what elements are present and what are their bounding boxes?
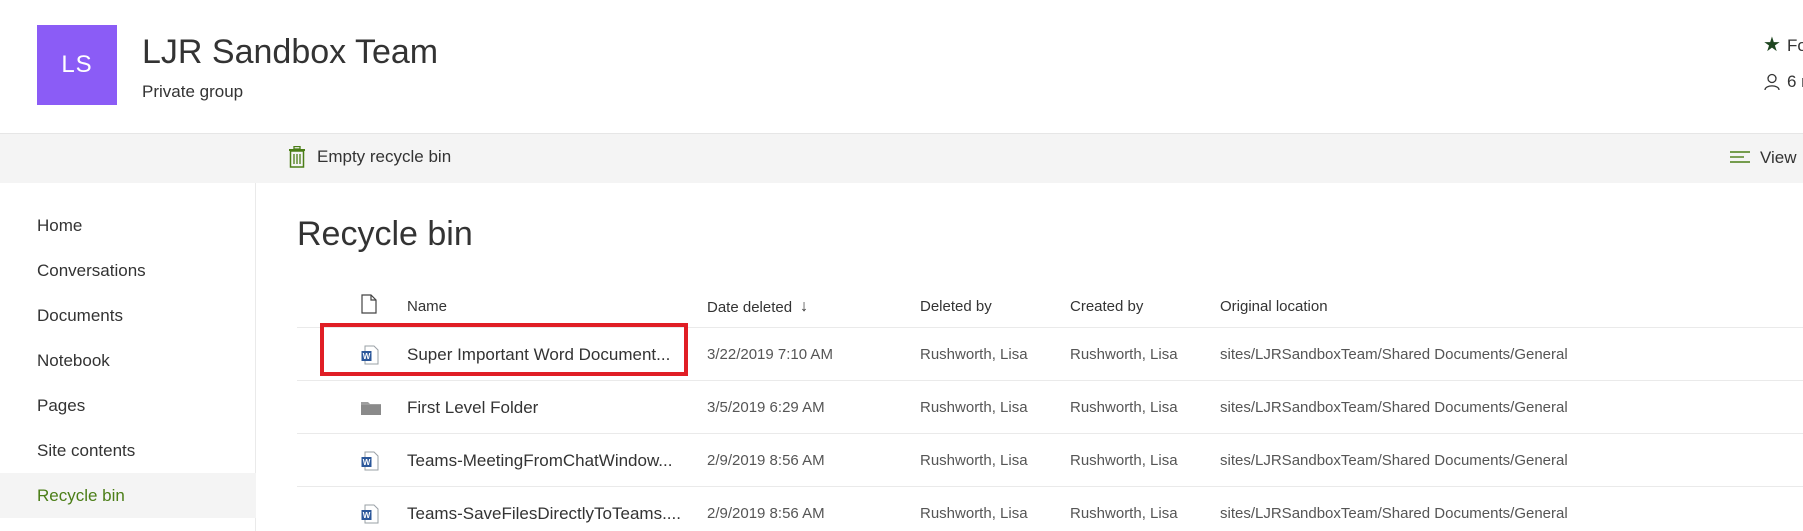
- nav-item-site-contents[interactable]: Site contents: [0, 428, 256, 473]
- date-deleted-column-header[interactable]: Date deleted ↓: [707, 298, 808, 316]
- row-deleted-by: Rushworth, Lisa: [920, 452, 1028, 469]
- star-icon: ★: [1763, 34, 1781, 56]
- list-header: Name Date deleted ↓ Deleted by Created b…: [297, 290, 1803, 328]
- row-name[interactable]: Teams-MeetingFromChatWindow...: [407, 434, 697, 487]
- svg-text:W: W: [363, 458, 371, 467]
- row-name[interactable]: Teams-SaveFilesDirectlyToTeams....: [407, 487, 697, 531]
- row-original-location: sites/LJRSandboxTeam/Shared Documents/Ge…: [1220, 399, 1568, 416]
- document-icon: [361, 294, 377, 314]
- row-original-location: sites/LJRSandboxTeam/Shared Documents/Ge…: [1220, 505, 1568, 522]
- left-navigation: Home Conversations Documents Notebook Pa…: [0, 183, 256, 531]
- view-options-button[interactable]: View: [1730, 148, 1797, 168]
- row-date-deleted: 3/5/2019 6:29 AM: [707, 399, 825, 416]
- row-created-by: Rushworth, Lisa: [1070, 346, 1178, 363]
- follow-label: Fo: [1786, 36, 1803, 55]
- svg-text:W: W: [363, 511, 371, 520]
- row-created-by: Rushworth, Lisa: [1070, 505, 1178, 522]
- command-bar: Empty recycle bin View: [0, 133, 1803, 183]
- name-column-header[interactable]: Name: [407, 298, 447, 315]
- row-date-deleted: 2/9/2019 8:56 AM: [707, 452, 825, 469]
- svg-text:W: W: [363, 352, 371, 361]
- row-date-deleted: 2/9/2019 8:56 AM: [707, 505, 825, 522]
- row-created-by: Rushworth, Lisa: [1070, 452, 1178, 469]
- row-deleted-by: Rushworth, Lisa: [920, 399, 1028, 416]
- sort-down-arrow-icon: ↓: [800, 298, 809, 315]
- nav-item-conversations[interactable]: Conversations: [0, 248, 256, 293]
- members-label: 6 m: [1787, 72, 1803, 91]
- members-button[interactable]: 6 m: [1763, 72, 1803, 92]
- row-name[interactable]: Super Important Word Document...: [407, 328, 697, 381]
- table-row[interactable]: W Teams-SaveFilesDirectlyToTeams.... 2/9…: [297, 487, 1803, 531]
- row-deleted-by: Rushworth, Lisa: [920, 346, 1028, 363]
- site-privacy-label: Private group: [142, 82, 244, 101]
- empty-recycle-bin-button[interactable]: Empty recycle bin: [288, 146, 451, 168]
- page-title: Recycle bin: [297, 215, 473, 253]
- date-deleted-header-label: Date deleted: [707, 298, 793, 316]
- nav-item-documents[interactable]: Documents: [0, 293, 256, 338]
- nav-item-home[interactable]: Home: [0, 203, 256, 248]
- view-lines-icon: [1730, 151, 1750, 163]
- person-icon: [1764, 73, 1780, 91]
- follow-button[interactable]: ★ Fo: [1763, 32, 1803, 57]
- row-original-location: sites/LJRSandboxTeam/Shared Documents/Ge…: [1220, 346, 1568, 363]
- empty-recycle-bin-label: Empty recycle bin: [317, 147, 452, 166]
- word-icon: W: [361, 487, 379, 531]
- view-label: View: [1760, 148, 1797, 167]
- nav-item-recycle-bin[interactable]: Recycle bin: [0, 473, 256, 518]
- file-type-column-header[interactable]: [361, 294, 377, 314]
- table-row[interactable]: W Teams-MeetingFromChatWindow... 2/9/201…: [297, 434, 1803, 487]
- word-icon: W: [361, 434, 379, 487]
- nav-item-notebook[interactable]: Notebook: [0, 338, 256, 383]
- row-deleted-by: Rushworth, Lisa: [920, 505, 1028, 522]
- site-logo[interactable]: LS: [37, 25, 117, 105]
- table-row[interactable]: W Super Important Word Document... 3/22/…: [297, 328, 1803, 381]
- row-date-deleted: 3/22/2019 7:10 AM: [707, 346, 833, 363]
- deleted-by-column-header[interactable]: Deleted by: [920, 298, 992, 315]
- nav-item-pages[interactable]: Pages: [0, 383, 256, 428]
- folder-icon: [361, 381, 381, 434]
- original-location-column-header[interactable]: Original location: [1220, 298, 1328, 315]
- site-title[interactable]: LJR Sandbox Team: [142, 33, 438, 72]
- row-name[interactable]: First Level Folder: [407, 381, 697, 434]
- table-row[interactable]: First Level Folder 3/5/2019 6:29 AM Rush…: [297, 381, 1803, 434]
- created-by-column-header[interactable]: Created by: [1070, 298, 1143, 315]
- word-icon: W: [361, 328, 379, 381]
- site-header: LS LJR Sandbox Team Private group ★ Fo 6 …: [0, 0, 1803, 133]
- row-created-by: Rushworth, Lisa: [1070, 399, 1178, 416]
- trash-icon: [289, 146, 305, 168]
- row-original-location: sites/LJRSandboxTeam/Shared Documents/Ge…: [1220, 452, 1568, 469]
